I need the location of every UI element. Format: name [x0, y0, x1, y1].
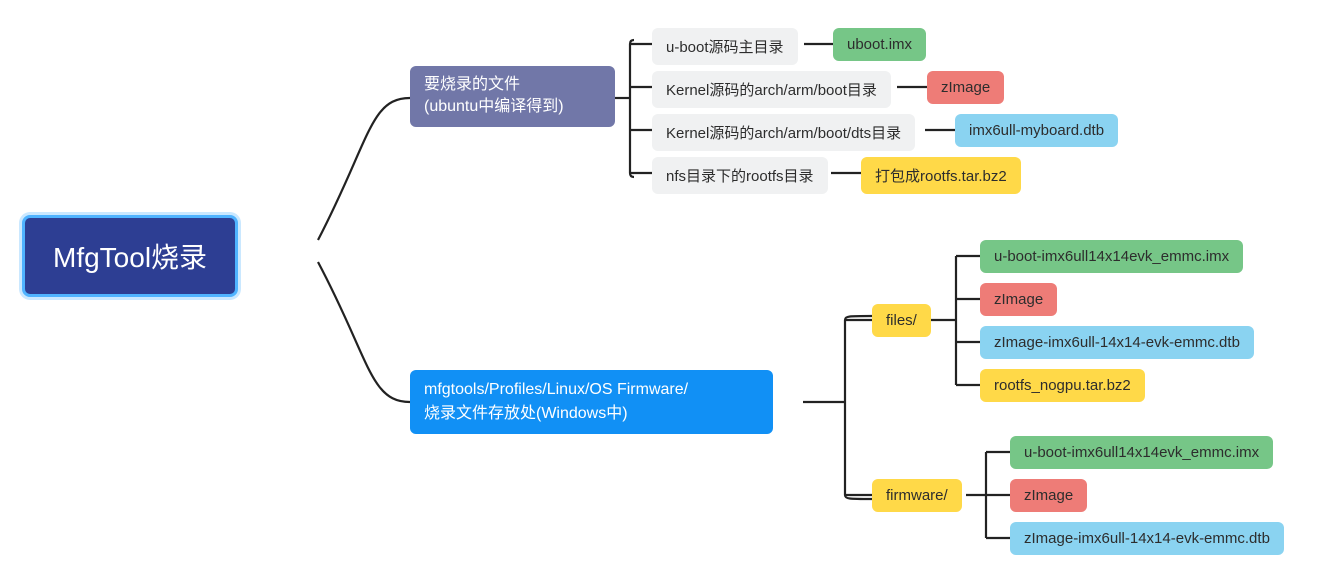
branch-files-to-burn[interactable]: 要烧录的文件(ubuntu中编译得到): [410, 66, 615, 127]
source-kernel-boot: Kernel源码的arch/arm/boot目录: [652, 71, 891, 108]
firmware-zimage: zImage: [1010, 479, 1087, 512]
output-zimage: zImage: [927, 71, 1004, 104]
files-rootfs: rootfs_nogpu.tar.bz2: [980, 369, 1145, 402]
branch2-label: mfgtools/Profiles/Linux/OS Firmware/烧录文件…: [424, 378, 688, 426]
source-uboot: u-boot源码主目录: [652, 28, 798, 65]
files-uboot-imx: u-boot-imx6ull14x14evk_emmc.imx: [980, 240, 1243, 273]
branch-firmware-location[interactable]: mfgtools/Profiles/Linux/OS Firmware/烧录文件…: [410, 370, 773, 434]
source-kernel-dts: Kernel源码的arch/arm/boot/dts目录: [652, 114, 915, 151]
root-node[interactable]: MfgTool烧录: [22, 215, 238, 297]
branch1-label: 要烧录的文件(ubuntu中编译得到): [424, 74, 564, 119]
files-zimage: zImage: [980, 283, 1057, 316]
output-rootfs: 打包成rootfs.tar.bz2: [861, 157, 1021, 194]
folder-firmware[interactable]: firmware/: [872, 479, 962, 512]
folder-files[interactable]: files/: [872, 304, 931, 337]
files-dtb: zImage-imx6ull-14x14-evk-emmc.dtb: [980, 326, 1254, 359]
output-uboot-imx: uboot.imx: [833, 28, 926, 61]
source-rootfs: nfs目录下的rootfs目录: [652, 157, 828, 194]
output-dtb: imx6ull-myboard.dtb: [955, 114, 1118, 147]
firmware-dtb: zImage-imx6ull-14x14-evk-emmc.dtb: [1010, 522, 1284, 555]
firmware-uboot-imx: u-boot-imx6ull14x14evk_emmc.imx: [1010, 436, 1273, 469]
root-label: MfgTool烧录: [53, 236, 207, 276]
